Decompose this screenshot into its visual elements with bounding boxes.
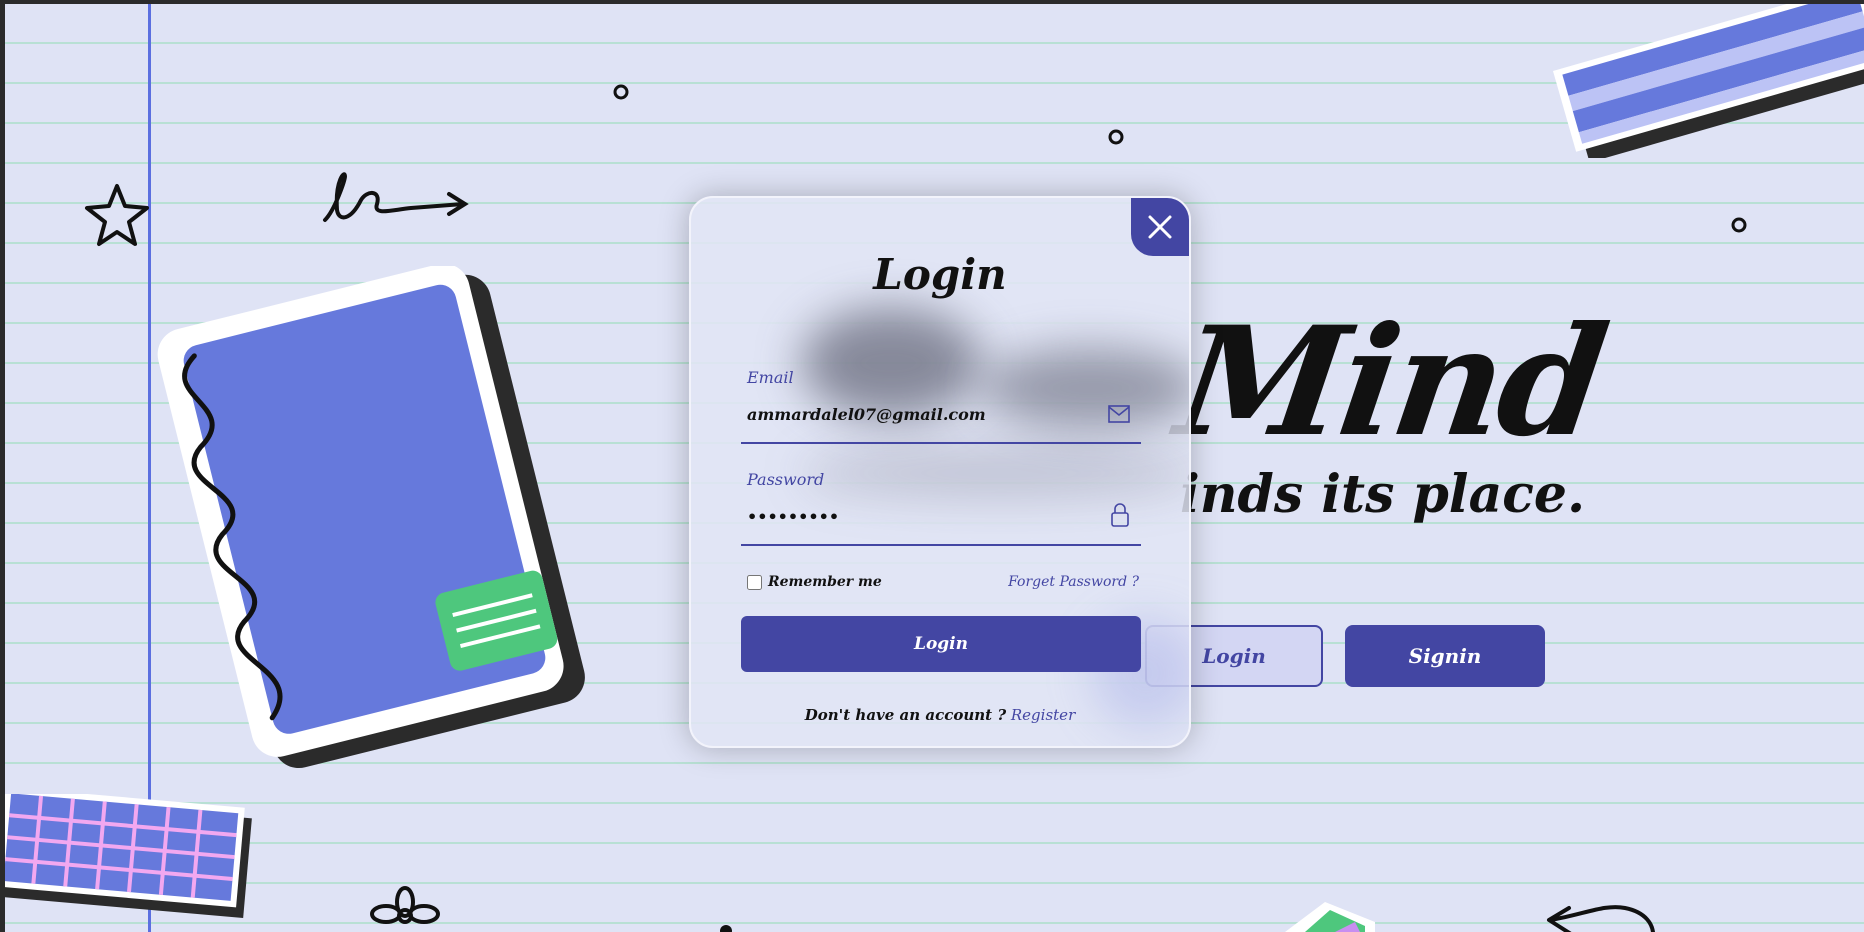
hero-signin-button[interactable]: Signin [1345,625,1545,687]
email-field: Email [741,368,1141,444]
grid-tape-decoration [5,794,252,919]
email-input[interactable] [747,402,1087,426]
star-doodle-icon [85,184,149,246]
circle-doodle-icon [1108,129,1124,145]
page-background: Mind inds its place. Login Signin Login … [5,4,1864,932]
mail-icon [1108,405,1130,423]
hero-subtitle: inds its place. [1180,464,1586,525]
hero-title: Mind [1167,294,1614,470]
remember-checkbox-input[interactable] [747,574,762,590]
forgot-password-link[interactable]: Forget Password ? [1008,574,1139,590]
close-button[interactable] [1131,198,1189,256]
login-submit-button[interactable]: Login [741,616,1141,672]
notebook-illustration [157,266,585,769]
password-input[interactable] [747,504,1087,528]
login-modal: Login Email Password Remember me Forget … [689,196,1191,748]
register-row: Don't have an account ? Register [691,706,1189,724]
swirl-doodle-icon [1547,905,1655,932]
arrow-doodle-icon [323,172,469,222]
register-link[interactable]: Register [1011,706,1075,724]
flower-doodle-icon [370,886,440,924]
password-field: Password [741,470,1141,546]
password-label: Password [747,470,825,489]
modal-title: Login [873,250,1007,299]
circle-doodle-icon [1731,217,1747,233]
dot-doodle-icon [720,925,732,932]
remember-me-checkbox[interactable]: Remember me [747,574,882,590]
email-label: Email [747,368,794,387]
remember-label: Remember me [768,574,882,590]
sticker-decoration [1285,902,1375,932]
close-icon [1148,215,1172,239]
lock-icon [1111,503,1129,527]
register-prompt: Don't have an account ? [804,706,1007,724]
circle-doodle-icon [613,84,629,100]
tape-decoration [1552,4,1864,158]
